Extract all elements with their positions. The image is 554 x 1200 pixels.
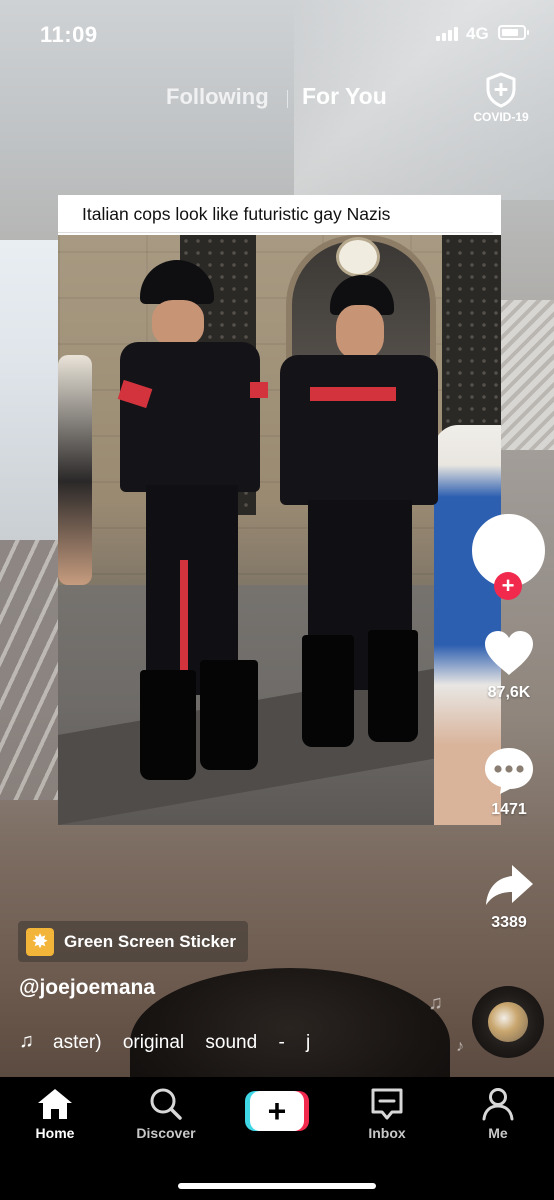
like-count: 87,6K	[487, 684, 531, 701]
home-indicator[interactable]	[178, 1183, 376, 1189]
green-screen-sticker-tag[interactable]: ✸ Green Screen Sticker	[18, 921, 248, 962]
plus-icon: +	[250, 1091, 304, 1131]
tab-following[interactable]: Following	[166, 84, 269, 110]
create-button[interactable]: +	[245, 1091, 309, 1131]
background-window	[0, 240, 58, 540]
post-photo	[58, 235, 501, 825]
comment-button[interactable]: 1471	[476, 745, 542, 819]
status-time: 11:09	[40, 22, 98, 47]
tab-divider	[287, 90, 288, 108]
sound-title: original sound - jtr	[122, 1032, 309, 1053]
bottom-nav: Home Discover + Inbox Me	[0, 1077, 554, 1200]
tiktok-feed-screen: 11:09 4G Following For You COVID-19 Ital…	[0, 0, 554, 1200]
background-vent	[500, 300, 554, 450]
sound-marquee[interactable]: ♫ aster) original sound - jtr	[19, 1030, 309, 1056]
music-note-icon: ♪	[456, 1038, 464, 1055]
share-button[interactable]: 3389	[476, 862, 542, 932]
sound-partial: aster)	[53, 1032, 102, 1053]
nav-me-label: Me	[488, 1125, 508, 1141]
battery-icon	[498, 25, 529, 40]
nav-discover-label: Discover	[136, 1125, 196, 1141]
photo-clock	[336, 237, 380, 277]
sound-disc[interactable]	[472, 986, 544, 1058]
signal-icon	[436, 27, 458, 41]
heart-icon	[485, 631, 533, 675]
green-screen-post-card[interactable]: Italian cops look like futuristic gay Na…	[58, 195, 501, 825]
post-caption: Italian cops look like futuristic gay Na…	[58, 195, 493, 233]
covid-label: COVID-19	[473, 110, 529, 124]
nav-inbox[interactable]: Inbox	[342, 1087, 432, 1141]
sound-disc-cover	[488, 1002, 528, 1042]
network-type: 4G	[466, 24, 489, 43]
photo-bystander	[58, 355, 92, 585]
photo-officer	[268, 275, 438, 755]
shield-icon	[486, 72, 516, 108]
nav-inbox-label: Inbox	[368, 1125, 406, 1141]
sparkle-icon: ✸	[26, 927, 54, 956]
covid-button[interactable]: COVID-19	[466, 72, 536, 124]
comment-count: 1471	[491, 801, 527, 818]
nav-me[interactable]: Me	[453, 1087, 543, 1141]
share-count: 3389	[491, 914, 527, 931]
share-arrow-icon	[486, 865, 533, 905]
status-bar: 11:09 4G	[0, 0, 554, 64]
music-note-icon: ♫	[19, 1030, 34, 1052]
photo-officer	[117, 260, 268, 790]
follow-plus-button[interactable]: +	[494, 572, 522, 600]
music-note-icon: ♫	[428, 992, 443, 1014]
nav-home[interactable]: Home	[10, 1087, 100, 1141]
nav-home-label: Home	[35, 1125, 75, 1141]
home-icon	[38, 1089, 72, 1119]
inbox-icon	[371, 1088, 403, 1120]
nav-discover[interactable]: Discover	[121, 1087, 211, 1141]
sticker-label: Green Screen Sticker	[64, 931, 236, 951]
creator-username[interactable]: @joejoemana	[19, 976, 155, 1000]
like-button[interactable]: 87,6K	[476, 628, 542, 702]
battery-level	[502, 29, 518, 36]
tab-for-you[interactable]: For You	[302, 83, 387, 110]
comment-bubble-icon	[485, 748, 533, 794]
profile-icon	[482, 1088, 514, 1121]
search-icon	[150, 1088, 182, 1120]
background-blinds	[0, 540, 58, 800]
